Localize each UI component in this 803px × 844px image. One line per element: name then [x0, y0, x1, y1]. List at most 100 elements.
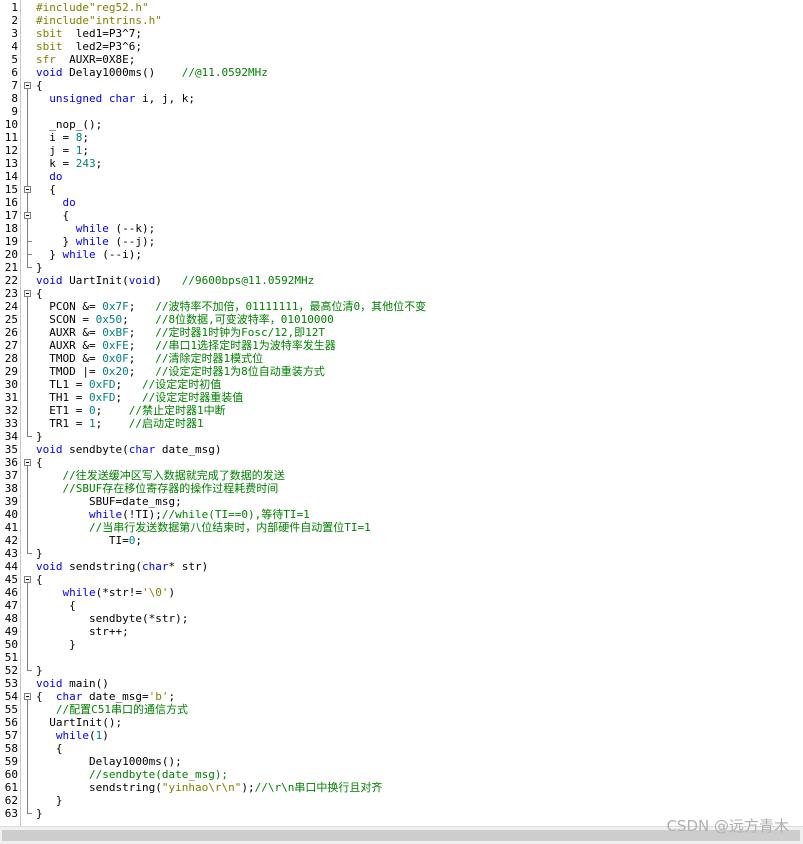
code-token: (--k); [108, 222, 156, 235]
code-line[interactable]: 23 { [0, 287, 803, 300]
code-line[interactable]: 13 k = 243; [0, 157, 803, 170]
code-line[interactable]: 62 } [0, 794, 803, 807]
code-line[interactable]: 20 } while (--i); [0, 248, 803, 261]
code-line[interactable]: 7{ [0, 79, 803, 92]
code-line[interactable]: 48 sendbyte(*str); [0, 612, 803, 625]
code-line[interactable]: 31 TH1 = 0xFD; //设定定时器重装值 [0, 391, 803, 404]
code-line[interactable]: 46 while(*str!='\0') [0, 586, 803, 599]
code-line[interactable]: 26 AUXR &= 0xBF; //定时器1时钟为Fosc/12,即12T [0, 326, 803, 339]
code-line[interactable]: 36 { [0, 456, 803, 469]
code-line[interactable]: 12 j = 1; [0, 144, 803, 157]
code-line[interactable]: 33 TR1 = 1; //启动定时器1 [0, 417, 803, 430]
code-token: ; [168, 690, 176, 703]
code-editor[interactable]: 1 #include"reg52.h" 2 #include"intrins.h" 3 s… [0, 0, 803, 826]
code-line[interactable]: 55 //配置C51串口的通信方式 [0, 703, 803, 716]
code-line[interactable]: 41 //当串行发送数据第八位结束时，内部硬件自动置位TI=1 [0, 521, 803, 534]
code-text: AUXR &= 0xFE; //串口1选择定时器1为波特率发生器 [36, 339, 336, 352]
line-number: 5 [11, 53, 18, 66]
code-token: i = [36, 131, 76, 144]
code-line[interactable]: 58 { [0, 742, 803, 755]
code-line[interactable]: 15 { [0, 183, 803, 196]
code-line[interactable]: 8 unsigned char i, j, k; [0, 92, 803, 105]
code-line[interactable]: 18 while (--k); [0, 222, 803, 235]
code-token: 0x0F [102, 352, 129, 365]
code-line[interactable]: 2 #include"intrins.h" [0, 14, 803, 27]
code-line[interactable]: 1 #include"reg52.h" [0, 1, 803, 14]
code-line[interactable]: 22 void UartInit(void) //9600bps@11.0592M… [0, 274, 803, 287]
code-line[interactable]: 53 void main() [0, 677, 803, 690]
code-token: ( [89, 729, 96, 742]
code-line[interactable]: 10 _nop_(); [0, 118, 803, 131]
code-text: void main() [36, 677, 109, 690]
code-token: ; [115, 391, 142, 404]
code-line[interactable]: 14 do [0, 170, 803, 183]
code-text: sbit led2=P3^6; [36, 40, 142, 53]
code-line[interactable]: 28 TMOD &= 0x0F; //清除定时器1模式位 [0, 352, 803, 365]
code-line[interactable]: 3 sbit led1=P3^7; [0, 27, 803, 40]
code-text: unsigned char i, j, k; [36, 92, 195, 105]
code-token: } [36, 638, 76, 651]
code-line[interactable]: 35 void sendbyte(char date_msg) [0, 443, 803, 456]
code-line[interactable]: 25 SCON = 0x50; //8位数据,可变波特率，01010000 [0, 313, 803, 326]
code-line[interactable]: 24 PCON &= 0x7F; //波特率不加倍，01111111，最高位清0… [0, 300, 803, 313]
code-text: do [36, 170, 62, 183]
code-line[interactable]: 59 Delay1000ms(); [0, 755, 803, 768]
code-line[interactable]: 29 TMOD |= 0x20; //设定定时器1为8位自动重装方式 [0, 365, 803, 378]
line-number: 13 [4, 157, 18, 170]
code-line[interactable]: 34} [0, 430, 803, 443]
line-number: 4 [11, 40, 18, 53]
code-line[interactable]: 5 sfr AUXR=0X8E; [0, 53, 803, 66]
code-line[interactable]: 51 [0, 651, 803, 664]
code-token: //9600bps@11.0592MHz [181, 274, 315, 287]
code-line[interactable]: 60 //sendbyte(date_msg); [0, 768, 803, 781]
code-line[interactable]: 27 AUXR &= 0xFE; //串口1选择定时器1为波特率发生器 [0, 339, 803, 352]
code-line[interactable]: 4 sbit led2=P3^6; [0, 40, 803, 53]
code-token: #include"reg52.h" [36, 1, 149, 14]
code-line[interactable]: 32 ET1 = 0; //禁止定时器1中断 [0, 404, 803, 417]
code-line[interactable]: 39 SBUF=date_msg; [0, 495, 803, 508]
code-token: 0x20 [102, 365, 129, 378]
line-number: 17 [4, 209, 18, 222]
line-number: 20 [4, 248, 18, 261]
code-line[interactable]: 54 { char date_msg='b'; [0, 690, 803, 703]
code-line[interactable]: 40 while(!TI);//while(TI==0),等待TI=1 [0, 508, 803, 521]
code-text: Delay1000ms(); [36, 755, 182, 768]
code-line[interactable]: 16 do [0, 196, 803, 209]
line-number: 23 [4, 287, 18, 300]
code-token: ; [128, 326, 156, 339]
code-text: k = 243; [36, 157, 102, 170]
code-line[interactable]: 21} [0, 261, 803, 274]
code-line[interactable]: 47 { [0, 599, 803, 612]
code-token: while [62, 248, 96, 261]
code-text: sbit led1=P3^7; [36, 27, 142, 40]
code-line[interactable]: 38 //SBUF存在移位寄存器的操作过程耗费时间 [0, 482, 803, 495]
line-number: 54 [4, 690, 18, 703]
code-token: { [36, 183, 56, 196]
code-line[interactable]: 17 { [0, 209, 803, 222]
code-line[interactable]: 44 void sendstring(char* str) [0, 560, 803, 573]
code-line[interactable]: 6 void Delay1000ms() //@11.0592MHz [0, 66, 803, 79]
line-number: 19 [4, 235, 18, 248]
line-number: 25 [4, 313, 18, 326]
code-token: ; [128, 300, 156, 313]
code-line[interactable]: 61 sendstring("yinhao\r\n");//\r\n串口中换行且… [0, 781, 803, 794]
code-text: //sendbyte(date_msg); [36, 768, 228, 781]
code-line[interactable]: 49 str++; [0, 625, 803, 638]
code-line[interactable]: 43} [0, 547, 803, 560]
code-line[interactable]: 30 TL1 = 0xFD; //设定定时初值 [0, 378, 803, 391]
code-line[interactable]: 19 } while (--j); [0, 235, 803, 248]
code-line[interactable]: 42 TI=0; [0, 534, 803, 547]
line-number: 51 [4, 651, 18, 664]
code-text: { [36, 209, 69, 222]
code-line[interactable]: 45 { [0, 573, 803, 586]
code-line[interactable]: 52} [0, 664, 803, 677]
code-line[interactable]: 37 //往发送缓冲区写入数据就完成了数据的发送 [0, 469, 803, 482]
code-line[interactable]: 9 [0, 105, 803, 118]
code-line[interactable]: 11 i = 8; [0, 131, 803, 144]
code-line[interactable]: 56 UartInit(); [0, 716, 803, 729]
code-line[interactable]: 57 while(1) [0, 729, 803, 742]
code-line[interactable]: 50 } [0, 638, 803, 651]
